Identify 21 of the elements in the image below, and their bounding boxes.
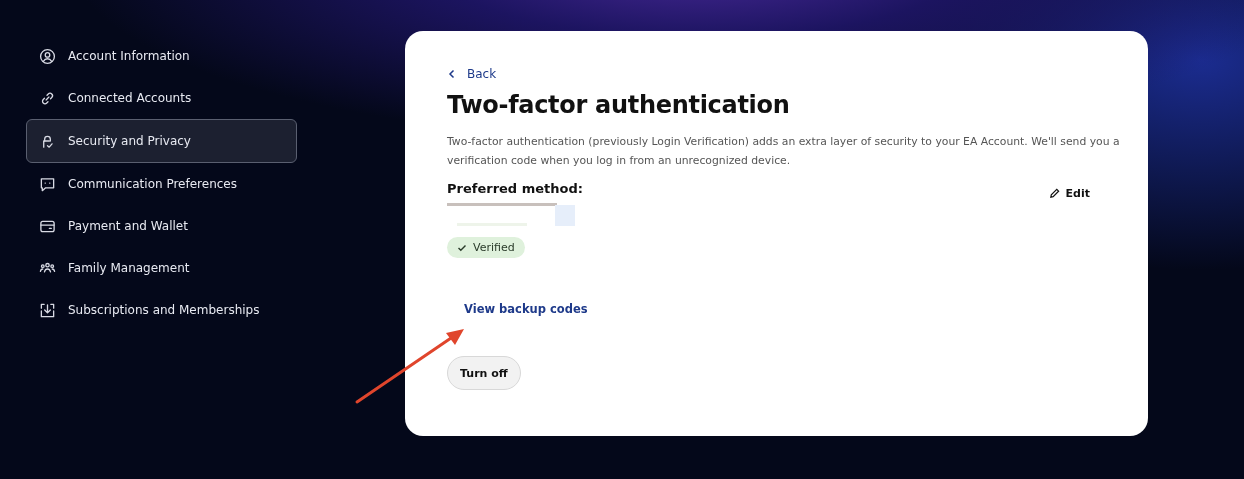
sidebar-item[interactable]: Connected Accounts <box>26 77 297 119</box>
turn-off-button[interactable]: Turn off <box>447 356 521 390</box>
sidebar-item[interactable]: Payment and Wallet <box>26 205 297 247</box>
sidebar-item[interactable]: Account Information <box>26 35 297 77</box>
edit-button[interactable]: Edit <box>1042 186 1096 201</box>
check-icon <box>457 242 467 253</box>
chat-icon <box>39 175 56 193</box>
method-label: Preferred method: <box>447 181 583 196</box>
download-box-icon <box>39 301 56 319</box>
sidebar-item[interactable]: Subscriptions and Memberships <box>26 289 297 331</box>
user-icon <box>39 47 56 65</box>
pencil-icon <box>1048 188 1060 199</box>
page-title: Two-factor authentication <box>447 91 790 119</box>
sidebar-item[interactable]: Communication Preferences <box>26 163 297 205</box>
back-chevron-icon <box>447 69 457 79</box>
sidebar-item[interactable]: Security and Privacy <box>26 119 297 163</box>
verified-badge: Verified <box>447 237 525 258</box>
backup-codes-link[interactable]: View backup codes <box>464 302 588 316</box>
sidebar-item[interactable]: Family Management <box>26 247 297 289</box>
back-link[interactable]: Back <box>447 67 497 81</box>
description: Two-factor authentication (previously Login Verification) adds an extra layer of security to your EA Account. We'll send you a verification code when you log in from an unrecognized device. <box>447 134 1121 169</box>
